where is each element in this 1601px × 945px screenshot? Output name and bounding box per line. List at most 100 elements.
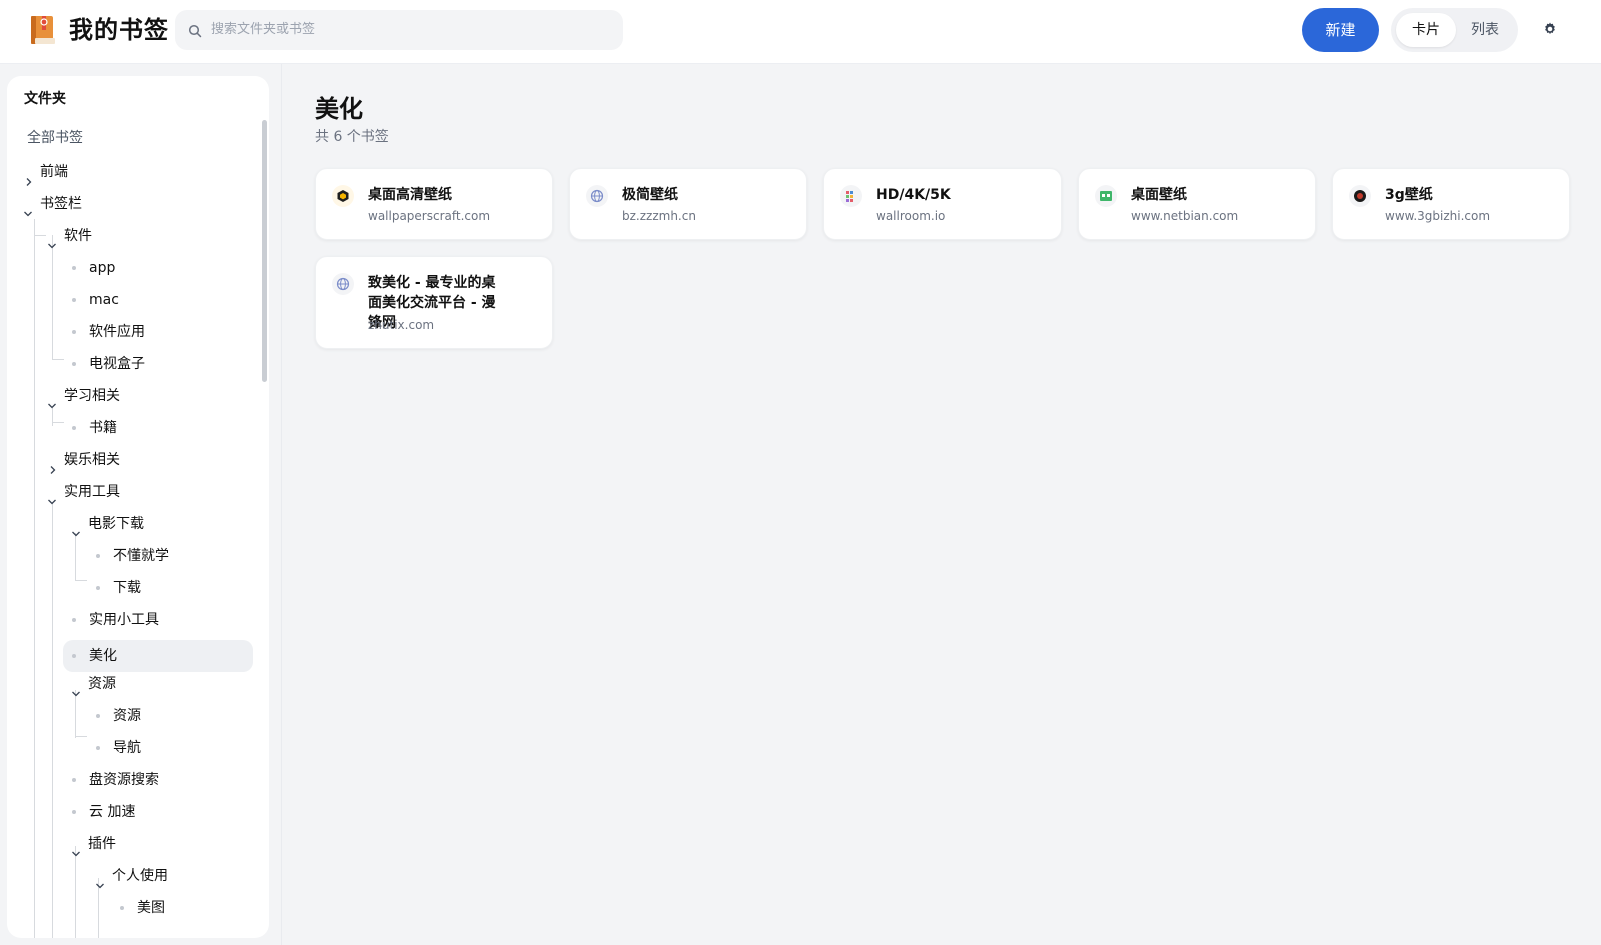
bullet-icon xyxy=(72,426,76,430)
bullet-icon xyxy=(96,746,100,750)
globe-icon xyxy=(586,185,608,207)
bookmark-count: 共 6 个书签 xyxy=(315,129,389,145)
tree-item-disk-search[interactable]: 盘资源搜索 xyxy=(63,764,251,796)
bullet-icon xyxy=(72,362,76,366)
bullet-icon xyxy=(72,778,76,782)
bookmark-url: www.3gbizhi.com xyxy=(1385,209,1491,223)
tree-label: 资源 xyxy=(88,676,116,692)
wallroom-icon xyxy=(840,185,862,207)
content-divider xyxy=(281,64,282,945)
bookmark-url: wallpaperscraft.com xyxy=(368,209,491,223)
bullet-icon xyxy=(72,298,76,302)
tree-folder-software[interactable]: 软件 xyxy=(45,220,251,252)
tree-label: 下载 xyxy=(113,580,141,596)
tree-item-meitu[interactable]: 美图 xyxy=(111,892,251,924)
bullet-icon xyxy=(96,586,100,590)
chevron-down-icon xyxy=(71,679,81,697)
top-bar: 我的书签 搜索文件夹或书签 新建 卡片 列表 xyxy=(0,0,1601,64)
tree-label: 插件 xyxy=(88,836,116,852)
tree-label: 电影下载 xyxy=(88,516,144,532)
bullet-icon xyxy=(72,810,76,814)
wallpaperscraft-icon xyxy=(332,185,354,207)
chevron-down-icon xyxy=(47,391,57,409)
tree-folder-entertainment[interactable]: 娱乐相关 xyxy=(45,444,251,476)
app-title: 我的书签 xyxy=(69,16,169,44)
sidebar-scrollbar[interactable] xyxy=(262,120,267,382)
bullet-icon xyxy=(96,554,100,558)
folder-tree: 前端 书签栏 软件 app mac 软件应用 电视盒子 学习相关 书籍 娱乐相关… xyxy=(7,76,269,938)
bookmark-title: 桌面高清壁纸 xyxy=(368,187,452,203)
bullet-icon xyxy=(96,714,100,718)
chevron-right-icon xyxy=(48,455,58,474)
bullet-icon xyxy=(120,906,124,910)
tree-label: mac xyxy=(89,292,119,308)
bullet-icon xyxy=(72,654,76,658)
tree-label: 导航 xyxy=(113,740,141,756)
tree-item-mac[interactable]: mac xyxy=(63,284,251,316)
chevron-right-icon xyxy=(24,167,34,186)
tree-item-app[interactable]: app xyxy=(63,252,251,284)
bookmark-url: www.netbian.com xyxy=(1131,209,1239,223)
bookmark-url: wallroom.io xyxy=(876,209,946,223)
tree-label: 云 加速 xyxy=(89,804,136,820)
tree-folder-bookmarks-bar[interactable]: 书签栏 xyxy=(21,188,251,220)
3gbizhi-icon xyxy=(1349,185,1371,207)
tree-item-navigation[interactable]: 导航 xyxy=(87,732,251,764)
globe-icon xyxy=(332,273,354,295)
bookmark-card[interactable]: 桌面高清壁纸 wallpaperscraft.com xyxy=(315,168,553,240)
bookmark-title: 极简壁纸 xyxy=(622,187,678,203)
search-icon xyxy=(188,23,202,38)
bullet-icon xyxy=(72,266,76,270)
tree-label: 美图 xyxy=(137,900,165,916)
tree-folder-study[interactable]: 学习相关 xyxy=(45,380,251,412)
tree-label: 实用小工具 xyxy=(89,612,159,628)
settings-gear-icon[interactable] xyxy=(1542,21,1558,37)
bookmark-title: 3g壁纸 xyxy=(1385,187,1433,203)
tree-item-download[interactable]: 下载 xyxy=(87,572,251,604)
chevron-down-icon xyxy=(95,871,105,889)
tree-item-cloud-speedup[interactable]: 云 加速 xyxy=(63,796,251,828)
tree-item-tv-box[interactable]: 电视盒子 xyxy=(63,348,251,380)
tree-label: 资源 xyxy=(113,708,141,724)
tree-label: 娱乐相关 xyxy=(64,452,120,468)
tree-label: app xyxy=(89,260,116,276)
bookmark-card[interactable]: HD/4K/5K wallroom.io xyxy=(823,168,1062,240)
bullet-icon xyxy=(72,330,76,334)
chevron-down-icon xyxy=(71,839,81,857)
tree-label: 盘资源搜索 xyxy=(89,772,159,788)
chevron-down-icon xyxy=(71,519,81,537)
tree-folder-utilities[interactable]: 实用工具 xyxy=(45,476,251,508)
bookmark-card[interactable]: 致美化 - 最专业的桌面美化交流平台 - 漫锋网 zhutix.com xyxy=(315,256,553,349)
view-mode-toggle: 卡片 列表 xyxy=(1391,8,1518,52)
netbian-icon xyxy=(1095,185,1117,207)
view-list-option[interactable]: 列表 xyxy=(1455,13,1515,47)
bookmark-card[interactable]: 3g壁纸 www.3gbizhi.com xyxy=(1332,168,1570,240)
tree-label: 软件应用 xyxy=(89,324,145,340)
new-button[interactable]: 新建 xyxy=(1302,8,1379,52)
tree-label: 书签栏 xyxy=(40,196,82,212)
tree-item-books[interactable]: 书籍 xyxy=(63,412,251,444)
bullet-icon xyxy=(72,618,76,622)
tree-item-learn[interactable]: 不懂就学 xyxy=(87,540,251,572)
tree-label: 电视盒子 xyxy=(89,356,145,372)
tree-label: 实用工具 xyxy=(64,484,120,500)
tree-folder-frontend[interactable]: 前端 xyxy=(21,156,251,188)
tree-item-small-tools[interactable]: 实用小工具 xyxy=(63,604,251,636)
bookmark-title: HD/4K/5K xyxy=(876,187,951,203)
tree-folder-personal[interactable]: 个人使用 xyxy=(93,860,251,892)
tree-item-software-apps[interactable]: 软件应用 xyxy=(63,316,251,348)
bookmark-book-logo-icon xyxy=(29,14,57,46)
tree-label: 前端 xyxy=(40,164,68,180)
view-card-option[interactable]: 卡片 xyxy=(1396,13,1456,47)
tree-folder-plugins[interactable]: 插件 xyxy=(69,828,251,860)
search-input[interactable]: 搜索文件夹或书签 xyxy=(175,10,623,50)
tree-label: 个人使用 xyxy=(112,868,168,884)
chevron-down-icon xyxy=(47,231,57,249)
tree-item-resources[interactable]: 资源 xyxy=(87,700,251,732)
bookmark-url: zhutix.com xyxy=(368,318,435,332)
tree-folder-movie-download[interactable]: 电影下载 xyxy=(69,508,251,540)
bookmark-card[interactable]: 极简壁纸 bz.zzzmh.cn xyxy=(569,168,807,240)
tree-folder-resources[interactable]: 资源 xyxy=(69,668,251,700)
bookmark-card[interactable]: 桌面壁纸 www.netbian.com xyxy=(1078,168,1316,240)
tree-label: 书籍 xyxy=(89,420,117,436)
